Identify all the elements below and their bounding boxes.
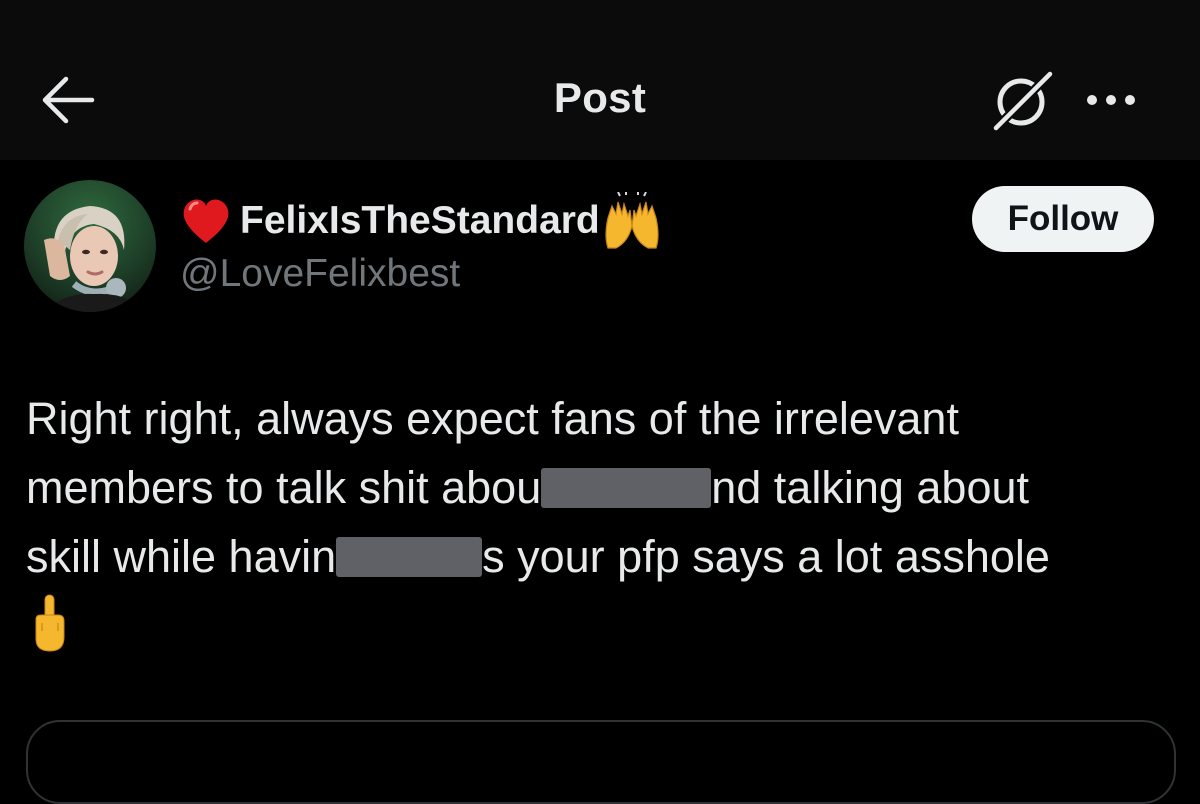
middle-finger-icon (35, 594, 65, 652)
redaction-box (336, 537, 483, 578)
avatar[interactable] (24, 180, 156, 312)
top-app-bar: Post (0, 0, 1200, 160)
author-info: FelixIsTheStandard @LoveFelixbest (178, 190, 662, 296)
post-text-segment: skill while havin (26, 531, 337, 582)
red-heart-icon (183, 199, 229, 243)
post-text-line: members to talk shit abou nd talking abou… (26, 453, 1186, 522)
profile-photo (24, 180, 156, 312)
post-text-segment: s your pfp says a lot asshole (482, 531, 1050, 582)
user-handle[interactable]: @LoveFelixbest (180, 252, 662, 296)
display-name: FelixIsTheStandard (240, 199, 600, 242)
follow-button[interactable]: Follow (972, 186, 1154, 252)
post-text-line: skill while havin s your pfp says a lot a… (26, 522, 1186, 591)
more-options-button[interactable] (1082, 82, 1142, 118)
ellipsis-icon (1087, 95, 1135, 105)
raising-hands-icon (605, 192, 659, 249)
post-text-line: Right right, always expect fans of the i… (26, 384, 1186, 453)
post-text-segment: nd talking about (711, 462, 1029, 513)
post-text-segment: members to talk shit abou (26, 462, 542, 513)
display-name-row[interactable]: FelixIsTheStandard (178, 190, 662, 252)
post-text-segment: Right right, always expect fans of the i… (26, 393, 959, 444)
grok-slash-icon (991, 69, 1055, 133)
post-text: Right right, always expect fans of the i… (26, 384, 1186, 653)
grok-button[interactable] (988, 68, 1058, 134)
redaction-box (541, 468, 712, 509)
embedded-card[interactable] (26, 720, 1176, 804)
